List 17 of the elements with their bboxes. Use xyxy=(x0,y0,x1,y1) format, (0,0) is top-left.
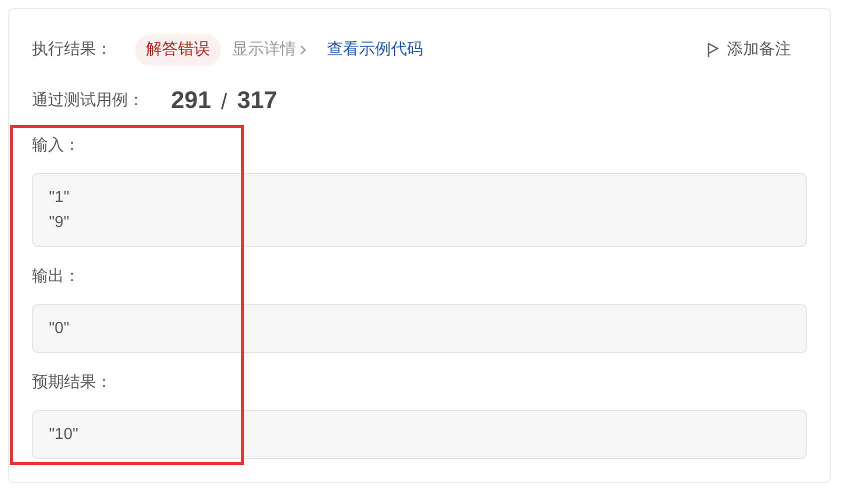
value-line: "1" xyxy=(49,188,70,208)
add-note-button[interactable]: 添加备注 xyxy=(707,38,791,62)
status-badge: 解答错误 xyxy=(135,34,221,66)
chevron-right-icon xyxy=(300,45,306,55)
result-label: 执行结果： xyxy=(32,40,113,60)
flag-icon xyxy=(707,42,719,58)
value-line: "10" xyxy=(49,425,80,445)
section-label: 预期结果： xyxy=(32,372,113,393)
total-count: 317 xyxy=(237,86,278,116)
passed-label: 通过测试用例： xyxy=(32,90,145,111)
value-line: "0" xyxy=(49,319,70,339)
section-label: 输出： xyxy=(32,266,81,287)
sample-code-link[interactable]: 查看示例代码 xyxy=(327,38,423,62)
count-separator: / xyxy=(221,88,228,116)
passed-count: 291 xyxy=(171,86,212,116)
section-label: 输入： xyxy=(32,136,81,156)
value-line: "9" xyxy=(49,213,70,233)
